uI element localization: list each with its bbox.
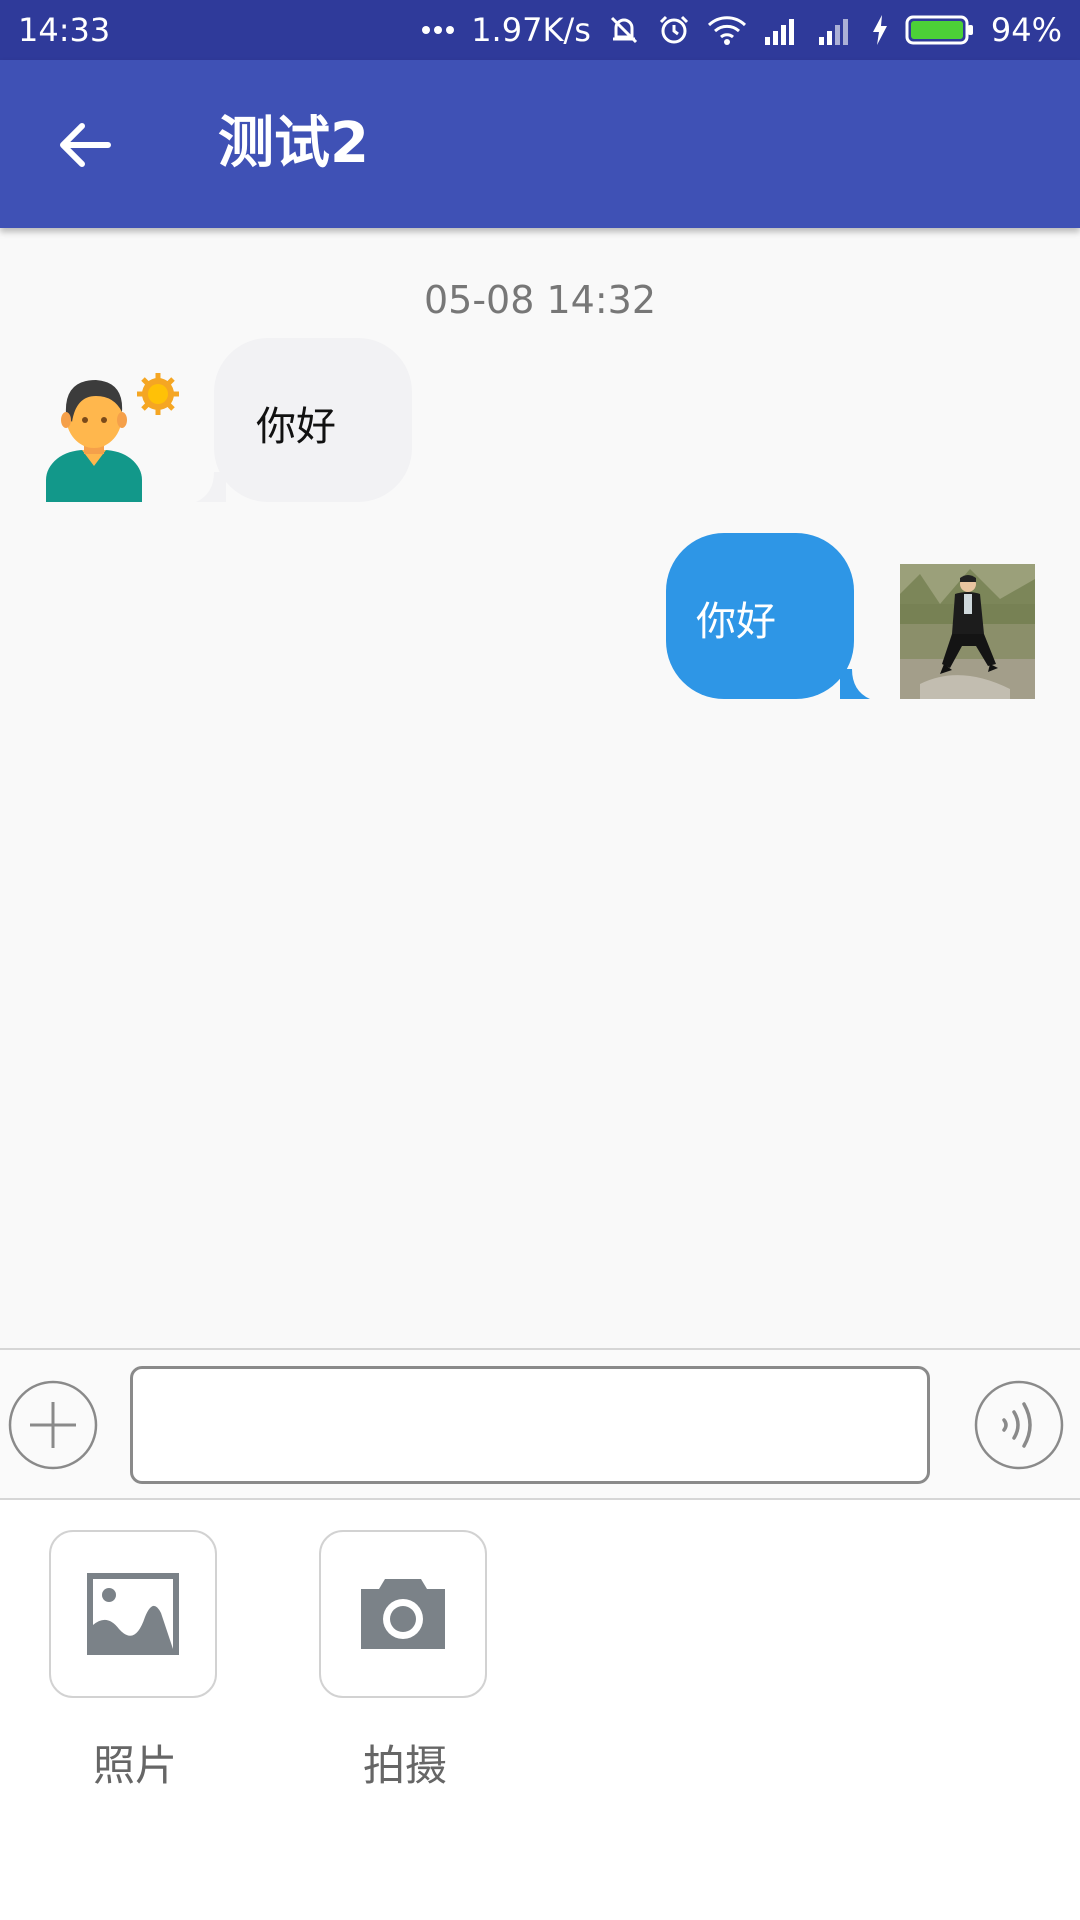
- person-avatar-icon: [46, 373, 179, 502]
- back-button[interactable]: [50, 110, 120, 180]
- alarm-icon: [659, 15, 688, 44]
- add-attachment-button[interactable]: [8, 1380, 98, 1470]
- signal-icon: [764, 19, 794, 45]
- plus-circle-icon: [8, 1380, 98, 1470]
- chat-timestamp: 05-08 14:32: [423, 278, 656, 322]
- image-icon: [87, 1573, 179, 1655]
- bubble-tail: [840, 669, 870, 699]
- message-input[interactable]: [130, 1366, 930, 1484]
- voice-wave-icon: [974, 1380, 1064, 1470]
- battery-icon: [905, 15, 973, 45]
- attach-photo-label: 照片: [92, 1741, 177, 1790]
- voice-input-button[interactable]: [974, 1380, 1064, 1470]
- app-bar: 测试2: [0, 60, 1080, 228]
- battery-percent: 94%: [990, 11, 1062, 49]
- mute-bell-icon: [610, 16, 637, 44]
- page-title: 测试2: [218, 111, 369, 176]
- attach-camera-label: 拍摄: [362, 1741, 447, 1790]
- message-text: 你好: [256, 404, 336, 450]
- cartoon-person-avatar[interactable]: [42, 362, 182, 502]
- attach-photo-item[interactable]: 照片: [49, 1530, 221, 1793]
- more-dots-icon: [422, 26, 455, 34]
- status-bar: 14:33 1.97K/s 94%: [0, 0, 1080, 60]
- camera-icon: [361, 1579, 445, 1649]
- arrow-left-icon: [60, 123, 111, 167]
- message-text: 你好: [696, 599, 776, 645]
- status-time: 14:33: [18, 11, 111, 49]
- photo-avatar[interactable]: [900, 564, 1035, 699]
- message-input-bar: [0, 1348, 1080, 1500]
- bubble-tail: [196, 472, 226, 502]
- attachment-panel: 照片 拍摄: [0, 1500, 1080, 1920]
- charging-icon: [872, 15, 887, 45]
- message-bubble-sent[interactable]: 你好: [666, 533, 870, 699]
- person-photo-icon: [900, 564, 1035, 699]
- status-icons: 1.97K/s 94%: [421, 11, 1062, 49]
- signal-icon: [818, 19, 848, 45]
- attach-photo-button[interactable]: [49, 1530, 217, 1698]
- wifi-icon: [707, 16, 746, 45]
- attach-camera-button[interactable]: [319, 1530, 487, 1698]
- network-speed: 1.97K/s: [471, 11, 591, 49]
- message-bubble-received[interactable]: 你好: [196, 338, 412, 502]
- attach-camera-item[interactable]: 拍摄: [319, 1530, 491, 1793]
